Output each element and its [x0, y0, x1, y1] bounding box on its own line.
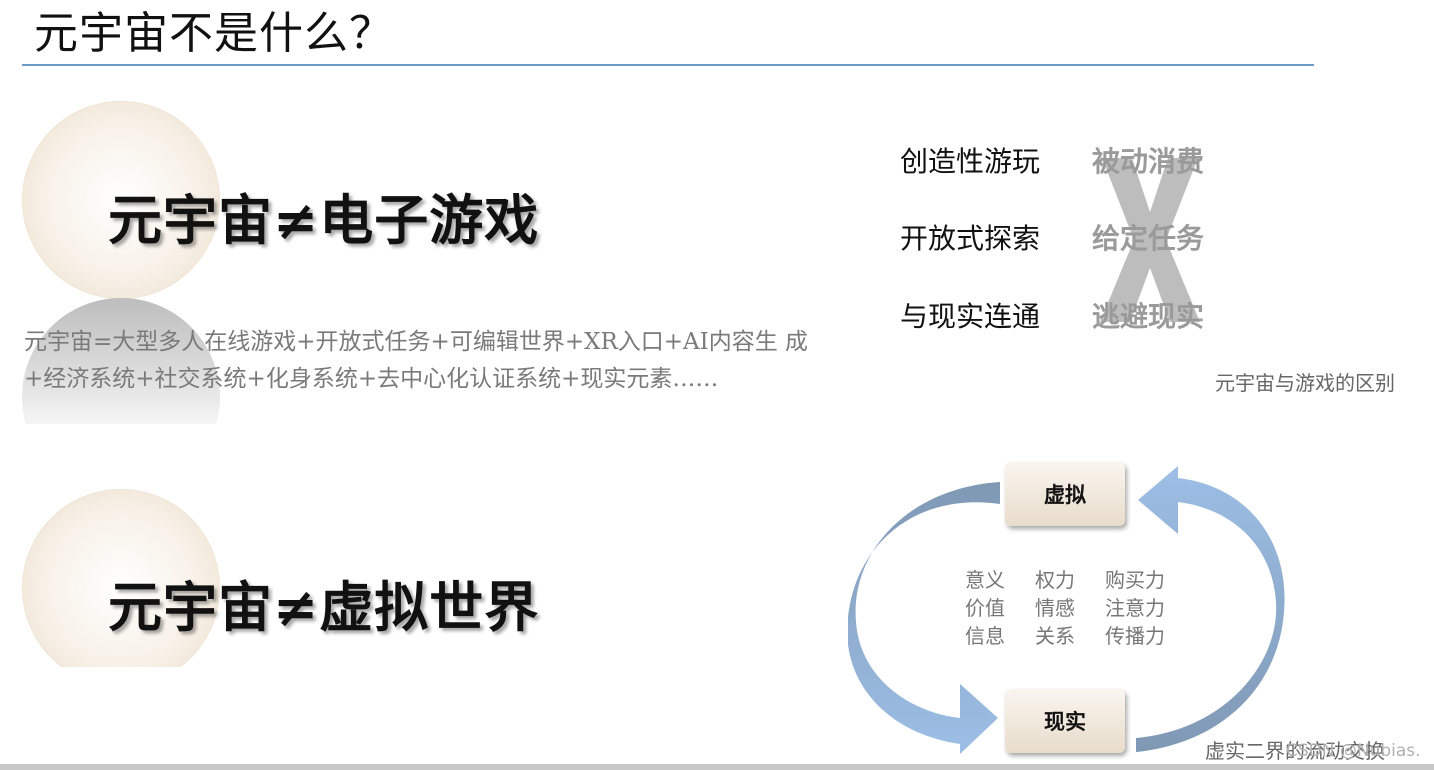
slide-title: 元宇宙不是什么？ — [34, 8, 394, 59]
exchange-word: 价值 — [965, 596, 1005, 620]
metaverse-definition: 元宇宙=大型多人在线游戏+开放式任务+可编辑世界+XR入口+AI内容生 成+经济… — [24, 329, 809, 392]
watermark: CSDN @Nubias. — [1286, 741, 1421, 761]
comparison-right-3: 逃避现实 — [1092, 300, 1205, 333]
comparison-left-2: 开放式探索 — [900, 222, 1041, 255]
comparison-right-2: 给定任务 — [1092, 222, 1205, 255]
statement-not-game: 元宇宙≠电子游戏 — [108, 189, 540, 252]
comparison-caption: 元宇宙与游戏的区别 — [1215, 371, 1395, 395]
exchange-word: 意义 — [965, 568, 1005, 592]
comparison-left-3: 与现实连通 — [900, 300, 1041, 333]
exchange-word: 权力 — [1035, 568, 1075, 592]
exchange-word: 情感 — [1035, 596, 1075, 620]
title-underline — [22, 64, 1314, 66]
exchange-word: 信息 — [965, 624, 1005, 648]
exchange-word: 购买力 — [1105, 568, 1165, 592]
exchange-row: 价值 情感 注意力 — [965, 594, 1175, 622]
statement-not-virtual-world: 元宇宙≠虚拟世界 — [108, 576, 540, 639]
exchange-word: 关系 — [1035, 624, 1075, 648]
comparison-right-1: 被动消费 — [1092, 145, 1205, 178]
exchange-words: 意义 权力 购买力 价值 情感 注意力 信息 关系 传播力 — [965, 566, 1175, 650]
node-virtual: 虚拟 — [1005, 462, 1125, 526]
node-reality: 现实 — [1005, 689, 1125, 753]
exchange-word: 传播力 — [1105, 624, 1165, 648]
bottom-bar — [0, 764, 1434, 770]
comparison-left-1: 创造性游玩 — [900, 145, 1041, 178]
exchange-row: 意义 权力 购买力 — [965, 566, 1175, 594]
exchange-row: 信息 关系 传播力 — [965, 622, 1175, 650]
exchange-word: 注意力 — [1105, 596, 1165, 620]
